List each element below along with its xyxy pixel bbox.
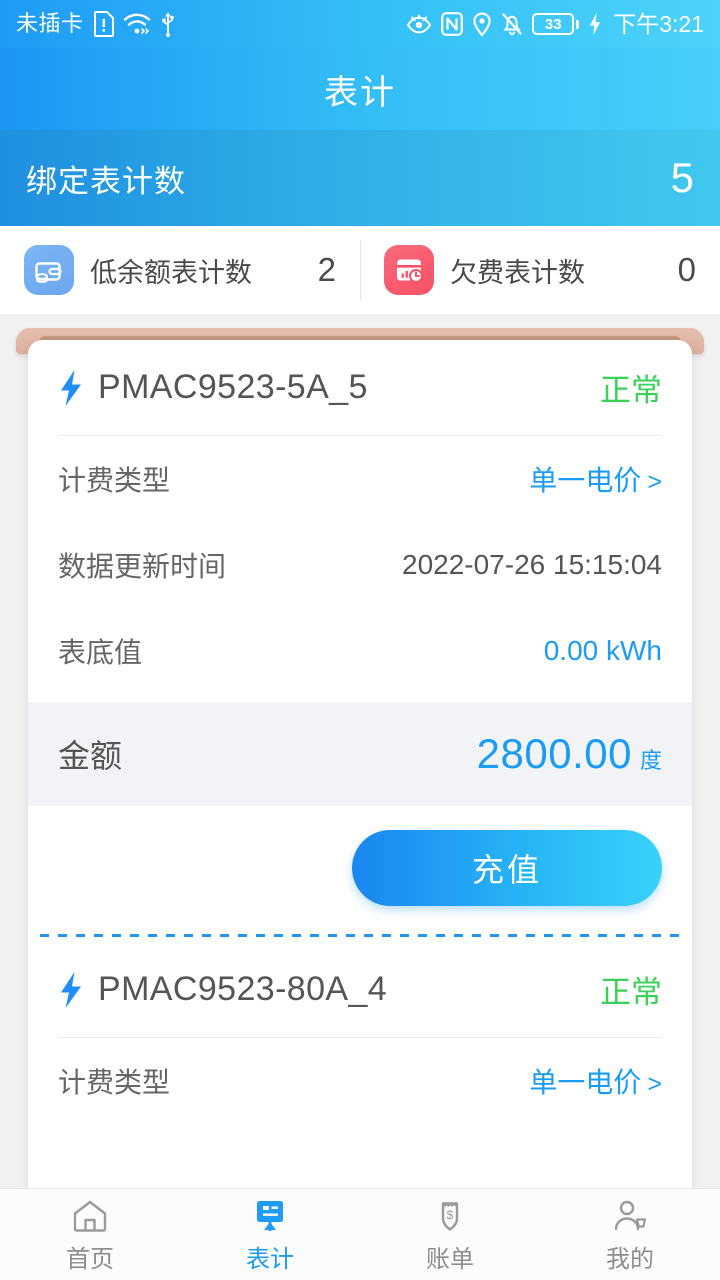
chevron-right-icon: > [647, 1070, 662, 1098]
stat-overdue-label: 欠费表计数 [450, 257, 585, 288]
sim-alert-icon [93, 11, 114, 37]
bottom-nav: 首页 表计 $ 账单 我的 [0, 1188, 720, 1280]
lightning-bolt-icon [58, 971, 84, 1009]
tab-home[interactable]: 首页 [0, 1195, 180, 1274]
card-divider [28, 928, 692, 942]
billing-type-value: 单一电价 [529, 465, 642, 496]
tab-meters[interactable]: 表计 [180, 1195, 360, 1274]
carrier-label: 未插卡 [16, 11, 84, 36]
dashed-line [40, 934, 680, 937]
recharge-button[interactable]: 充值 [352, 830, 662, 906]
status-bar-right: 33 下午3:21 [406, 10, 704, 37]
stat-low-balance[interactable]: 低余额表计数 2 [0, 226, 360, 314]
bound-meters-count: 5 [670, 154, 694, 201]
status-bar-left: 未插卡 [16, 11, 176, 37]
amount-value: 2800.00 [476, 730, 632, 777]
battery-cap [576, 19, 580, 29]
meter-header: PMAC9523-5A_5 正常 [58, 340, 662, 436]
bill-icon: $ [432, 1195, 468, 1233]
tab-profile-label: 我的 [606, 1246, 654, 1273]
page-title: 表计 [324, 73, 396, 112]
meter-card[interactable]: PMAC9523-80A_4 正常 计费类型 单一电价 > [28, 942, 692, 1124]
svg-text:$: $ [447, 1208, 454, 1222]
usb-icon [160, 11, 176, 37]
meter-icon [252, 1195, 288, 1233]
tab-home-label: 首页 [66, 1246, 114, 1273]
meter-header: PMAC9523-80A_4 正常 [58, 942, 662, 1038]
tab-meters-label: 表计 [246, 1246, 294, 1273]
meter-card[interactable]: PMAC9523-5A_5 正常 计费类型 单一电价 > 数据更新时间 2022-… [28, 340, 692, 942]
battery-level: 33 [532, 13, 575, 35]
stat-low-balance-label: 低余额表计数 [90, 257, 252, 288]
tab-bills[interactable]: $ 账单 [360, 1195, 540, 1274]
overdue-bill-icon [384, 245, 434, 295]
amount-value-group: 2800.00 度 [477, 730, 662, 778]
row-value: 单一电价 > [529, 459, 662, 499]
stats-row: 低余额表计数 2 欠费表计数 0 [0, 226, 720, 314]
meter-row-update-time: 数据更新时间 2022-07-26 15:15:04 [58, 522, 662, 608]
wallet-icon [24, 245, 74, 295]
meter-cards-container: PMAC9523-5A_5 正常 计费类型 单一电价 > 数据更新时间 2022-… [28, 340, 692, 1188]
mute-bell-icon [501, 12, 523, 37]
amount-row: 金额 2800.00 度 [28, 702, 692, 806]
amount-label: 金额 [58, 738, 123, 774]
stat-overdue-value: 0 [677, 251, 696, 288]
nfc-icon [441, 12, 464, 36]
meter-list-scroll[interactable]: PMAC9523-5A_5 正常 计费类型 单一电价 > 数据更新时间 2022-… [0, 314, 720, 1188]
stat-overdue[interactable]: 欠费表计数 0 [360, 226, 720, 314]
row-key: 数据更新时间 [58, 551, 227, 582]
row-value: 0.00 kWh [543, 635, 662, 666]
meter-name: PMAC9523-5A_5 [98, 368, 368, 406]
row-key: 计费类型 [58, 1067, 171, 1098]
stat-low-balance-value: 2 [317, 251, 336, 288]
row-value: 2022-07-26 15:15:04 [402, 549, 662, 580]
meter-row-billing-type[interactable]: 计费类型 单一电价 > [58, 436, 662, 522]
status-bar: 未插卡 33 下午3:21 [0, 0, 720, 48]
row-key: 表底值 [58, 637, 143, 668]
billing-type-value: 单一电价 [529, 1067, 642, 1098]
status-badge: 正常 [600, 975, 662, 1010]
clock-label: 下午3:21 [613, 10, 704, 37]
recharge-button-wrap: 充值 [58, 806, 662, 928]
tab-profile[interactable]: 我的 [540, 1195, 720, 1274]
location-icon [472, 11, 492, 37]
meter-name: PMAC9523-80A_4 [98, 970, 388, 1008]
row-key: 计费类型 [58, 465, 171, 496]
chevron-right-icon: > [647, 468, 662, 496]
app-root: 未插卡 33 下午3:21 表计 绑定表计数 5 低余额表计数 2 欠费表计数 … [0, 0, 720, 1280]
wifi-icon [123, 12, 151, 36]
amount-unit: 度 [639, 748, 662, 773]
home-icon [72, 1195, 108, 1233]
bound-meters-banner: 绑定表计数 5 [0, 130, 720, 226]
charging-bolt-icon [588, 12, 602, 36]
lightning-bolt-icon [58, 369, 84, 407]
profile-icon [612, 1195, 648, 1233]
eye-comfort-icon [406, 13, 432, 35]
status-badge: 正常 [600, 373, 662, 408]
meter-row-billing-type[interactable]: 计费类型 单一电价 > [58, 1038, 662, 1124]
meter-row-base-reading: 表底值 0.00 kWh [58, 608, 662, 694]
tab-bills-label: 账单 [426, 1246, 474, 1273]
bound-meters-label: 绑定表计数 [26, 163, 186, 199]
title-bar: 表计 [0, 48, 720, 130]
row-value: 单一电价 > [529, 1061, 662, 1101]
battery-indicator: 33 [532, 13, 580, 35]
